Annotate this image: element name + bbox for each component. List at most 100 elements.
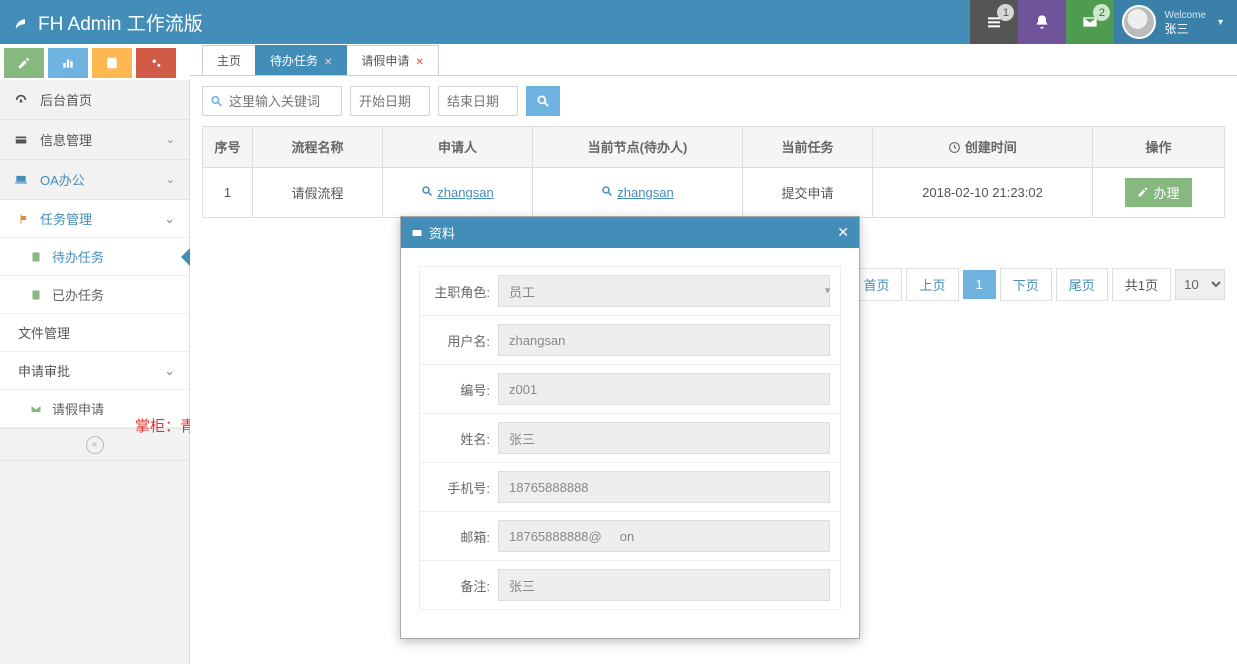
close-icon[interactable]: ✕ [837, 224, 849, 241]
quick-edit-button[interactable] [4, 48, 44, 78]
clock-icon [948, 142, 965, 157]
sidebar-label-home: 后台首页 [40, 90, 92, 109]
code-field[interactable] [498, 373, 830, 405]
sidebar-label-info: 信息管理 [40, 130, 92, 149]
chevron-left-icon: « [86, 436, 104, 454]
label-user: 用户名: [420, 317, 498, 364]
row-role: 主职角色: ▾ [419, 266, 841, 316]
phone-field[interactable] [498, 471, 830, 503]
tab-todo[interactable]: 待办任务✕ [255, 45, 347, 75]
remark-field[interactable] [498, 569, 830, 601]
pagination: 转 首页 上页 1 下页 尾页 共1页 10 [807, 268, 1225, 301]
quick-book-button[interactable] [92, 48, 132, 78]
tab-home[interactable]: 主页 [202, 45, 256, 75]
sidebar-label-files: 文件管理 [18, 323, 70, 342]
search-icon [421, 186, 433, 200]
label-email: 邮箱: [420, 513, 498, 560]
sidebar-item-info[interactable]: 信息管理 ⌄ [0, 120, 189, 159]
table-row: 1 请假流程 zhangsan zhangsan 提交申请 2018-02-10… [203, 167, 1225, 217]
page-prev[interactable]: 上页 [906, 268, 958, 301]
modal-header[interactable]: 资料 ✕ [401, 217, 859, 248]
edit-icon [1137, 186, 1149, 198]
quick-stats-button[interactable] [48, 48, 88, 78]
profile-modal: 资料 ✕ 主职角色: ▾ 用户名: 编号: 姓名: 手机号: 邮箱: [400, 216, 860, 639]
keyword-input[interactable] [202, 86, 342, 116]
applicant-link[interactable]: zhangsan [421, 185, 493, 200]
tab-leave[interactable]: 请假申请✕ [346, 45, 438, 75]
tasks-badge: 1 [997, 4, 1014, 21]
row-name: 姓名: [419, 413, 841, 463]
topbar: FH Admin 工作流版 1 2 Welcome 张三 ▾ [0, 0, 1237, 44]
brand-title: FH Admin 工作流版 [38, 9, 203, 36]
page-next[interactable]: 下页 [1000, 268, 1052, 301]
cell-no: 1 [203, 167, 253, 217]
sidebar-item-tasks[interactable]: 任务管理 ⌄ [0, 200, 189, 238]
node-link[interactable]: zhangsan [601, 185, 673, 200]
label-phone: 手机号: [420, 464, 498, 511]
end-date-input[interactable] [438, 86, 518, 116]
cell-applicant: zhangsan [383, 167, 533, 217]
book-icon [30, 251, 42, 263]
label-role: 主职角色: [420, 268, 498, 315]
row-email: 邮箱: [419, 511, 841, 561]
chevron-down-icon: ⌄ [166, 133, 175, 146]
card-icon [411, 227, 423, 239]
chevron-down-icon: ⌄ [164, 211, 175, 227]
sidebar-item-todo[interactable]: 待办任务 [0, 238, 189, 276]
search-button[interactable] [526, 86, 560, 116]
sidebar-label-done: 已办任务 [52, 285, 104, 304]
close-icon[interactable]: ✕ [415, 57, 423, 68]
role-select[interactable] [498, 275, 830, 307]
name-field[interactable] [498, 422, 830, 454]
sidebar: 后台首页 信息管理 ⌄ OA办公 ⌄ 任务管理 ⌄ 待办任务 已办任务 文件管理 [0, 80, 190, 664]
dashboard-icon [14, 93, 30, 107]
task-table: 序号 流程名称 申请人 当前节点(待办人) 当前任务 创建时间 操作 1 请假流… [202, 126, 1225, 218]
row-remark: 备注: [419, 560, 841, 610]
card-icon [14, 133, 30, 147]
user-names: Welcome 张三 [1164, 7, 1206, 36]
envelope-icon [30, 403, 42, 415]
close-icon[interactable]: ✕ [324, 57, 332, 68]
sidebar-label-oa: OA办公 [40, 170, 85, 189]
page-current[interactable]: 1 [963, 270, 996, 299]
modal-title: 资料 [429, 223, 455, 242]
laptop-icon [14, 173, 30, 187]
cell-procname: 请假流程 [253, 167, 383, 217]
cogs-icon [149, 56, 163, 70]
tasks-button[interactable]: 1 [970, 0, 1018, 44]
start-date-input[interactable] [350, 86, 430, 116]
cell-op: 办理 [1093, 167, 1225, 217]
bars-icon [61, 56, 75, 70]
pagesize-select[interactable]: 10 [1175, 269, 1225, 300]
th-no: 序号 [203, 127, 253, 168]
sidebar-label-todo: 待办任务 [52, 247, 104, 266]
th-task: 当前任务 [743, 127, 873, 168]
alerts-button[interactable] [1018, 0, 1066, 44]
email-field[interactable] [498, 520, 830, 552]
sidebar-item-approve[interactable]: 申请审批 ⌄ [0, 352, 189, 390]
sidebar-label-approve: 申请审批 [18, 361, 70, 380]
user-menu[interactable]: Welcome 张三 ▾ [1114, 0, 1237, 44]
sidebar-item-oa[interactable]: OA办公 ⌄ [0, 160, 189, 199]
messages-button[interactable]: 2 [1066, 0, 1114, 44]
row-phone: 手机号: [419, 462, 841, 512]
sidebar-item-done[interactable]: 已办任务 [0, 276, 189, 314]
handle-button[interactable]: 办理 [1125, 178, 1191, 207]
flag-icon [18, 213, 30, 225]
quick-actions [4, 48, 176, 78]
row-code: 编号: [419, 364, 841, 414]
cell-node: zhangsan [533, 167, 743, 217]
username: 张三 [1164, 22, 1206, 36]
brand: FH Admin 工作流版 [0, 9, 203, 36]
quick-settings-button[interactable] [136, 48, 176, 78]
bell-icon [1034, 14, 1050, 30]
sidebar-label-tasks: 任务管理 [40, 209, 92, 228]
sidebar-item-files[interactable]: 文件管理 [0, 314, 189, 352]
sidebar-item-home[interactable]: 后台首页 [0, 80, 189, 119]
topbar-right: 1 2 Welcome 张三 ▾ [970, 0, 1237, 44]
welcome-text: Welcome [1164, 10, 1206, 21]
page-last[interactable]: 尾页 [1056, 268, 1108, 301]
user-field[interactable] [498, 324, 830, 356]
cell-createtime: 2018-02-10 21:23:02 [873, 167, 1093, 217]
messages-badge: 2 [1093, 4, 1110, 21]
